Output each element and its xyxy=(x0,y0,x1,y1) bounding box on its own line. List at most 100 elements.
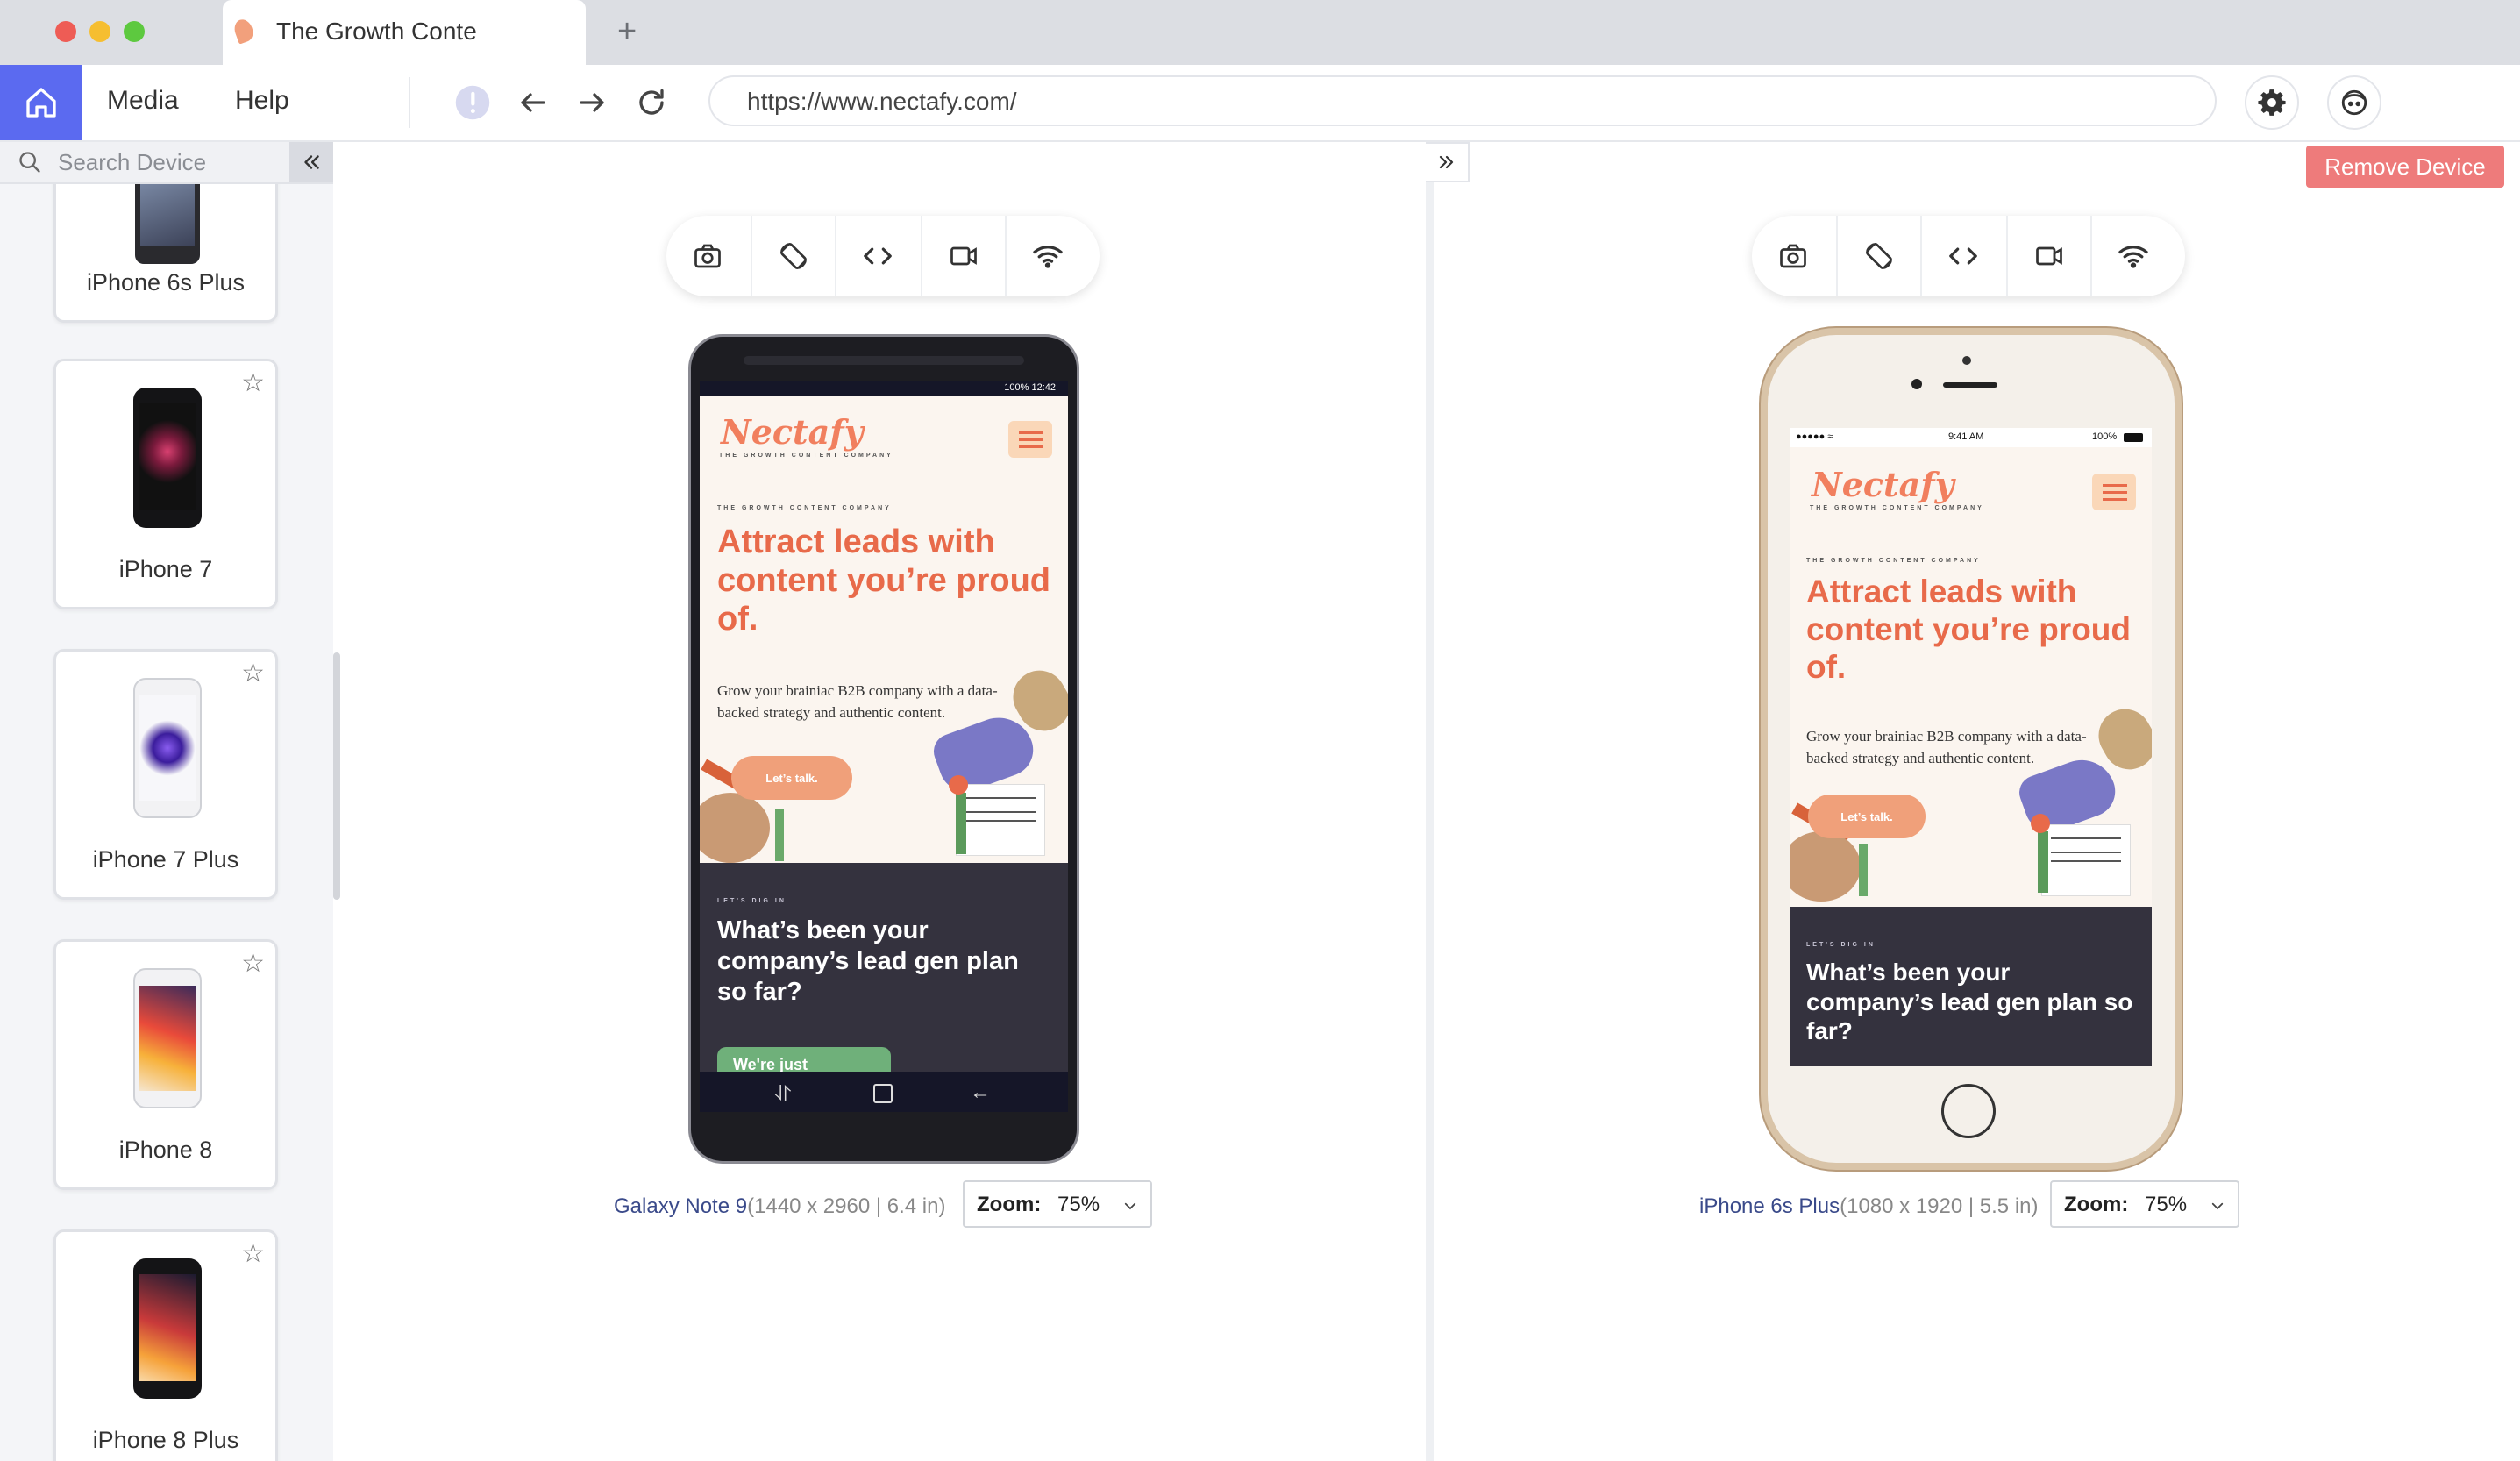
iphone-6s-plus-thumbnail xyxy=(135,180,200,264)
camera-icon xyxy=(694,244,721,268)
new-tab-button[interactable]: + xyxy=(617,12,637,51)
iphone-6s-plus-frame: ●●●●● ≈ 9:41 AM 100% Nectafy THE GROWTH … xyxy=(1768,335,2175,1163)
menu-media[interactable]: Media xyxy=(107,86,179,116)
device-spec: (1440 x 2960 | 6.4 in) xyxy=(747,1194,946,1218)
battery-icon xyxy=(2124,433,2143,442)
device-spec: (1080 x 1920 | 5.5 in) xyxy=(1840,1194,2039,1218)
home-button-icon[interactable] xyxy=(1941,1084,1996,1138)
device-name: Galaxy Note 9 xyxy=(614,1194,748,1218)
screenshot-button[interactable] xyxy=(666,216,749,296)
expand-panel-button[interactable] xyxy=(1426,142,1470,182)
devtools-button[interactable] xyxy=(1922,216,2004,296)
avatar-face-icon xyxy=(2341,89,2367,116)
screenshot-button[interactable] xyxy=(1752,216,1834,296)
site-logo: Nectafy xyxy=(721,412,864,452)
home-icon xyxy=(26,88,56,118)
camera-icon xyxy=(1780,244,1806,268)
record-button[interactable] xyxy=(2008,216,2090,296)
hero-headline: Attract leads with content you’re proud … xyxy=(717,524,1050,638)
favorite-star-icon[interactable]: ☆ xyxy=(241,660,265,687)
zoom-select-left[interactable]: Zoom: 75% xyxy=(963,1180,1152,1228)
devtools-button[interactable] xyxy=(836,216,919,296)
network-throttle-button[interactable] xyxy=(2092,216,2175,296)
device-name: iPhone 6s Plus xyxy=(1699,1194,1840,1218)
document-illustration-icon xyxy=(956,784,1045,856)
favorite-star-icon[interactable]: ☆ xyxy=(241,951,265,977)
favorite-star-icon[interactable]: ☆ xyxy=(241,370,265,396)
device-search-bar xyxy=(0,142,333,184)
flower-icon xyxy=(2031,814,2050,833)
device-card-iphone-8[interactable]: ☆ iPhone 8 xyxy=(53,939,278,1190)
reload-button[interactable] xyxy=(630,81,673,125)
section-eyebrow: LET'S DIG IN xyxy=(717,898,787,904)
zoom-select-right[interactable]: Zoom: 75% xyxy=(2050,1180,2239,1228)
collapse-sidebar-button[interactable] xyxy=(289,142,333,182)
status-battery: 100% xyxy=(2092,431,2118,442)
section-eyebrow: LET'S DIG IN xyxy=(1806,942,1876,948)
hero-eyebrow: THE GROWTH CONTENT COMPANY xyxy=(717,505,892,511)
remove-device-button[interactable]: Remove Device xyxy=(2306,146,2504,188)
rotate-button[interactable] xyxy=(1838,216,1920,296)
back-nav-icon[interactable]: ← xyxy=(970,1080,991,1105)
iphone-8-plus-thumbnail xyxy=(133,1258,202,1399)
video-camera-icon xyxy=(2036,246,2062,266)
home-nav-icon[interactable] xyxy=(873,1084,893,1103)
chevron-down-icon xyxy=(1124,1202,1136,1210)
sidebar-scrollbar[interactable] xyxy=(333,652,340,900)
user-profile-button[interactable] xyxy=(2327,75,2381,130)
minimize-window-button[interactable] xyxy=(89,21,110,42)
double-chevron-right-icon xyxy=(1439,155,1454,169)
address-bar[interactable]: https://www.nectafy.com/ xyxy=(708,75,2217,126)
device-toolbar-left xyxy=(666,216,1100,296)
site-logo-tagline: THE GROWTH CONTENT COMPANY xyxy=(1810,505,1984,511)
maximize-window-button[interactable] xyxy=(124,21,145,42)
device-card-iphone-8-plus[interactable]: ☆ iPhone 8 Plus xyxy=(53,1229,278,1461)
code-icon xyxy=(1949,247,1977,265)
rotate-button[interactable] xyxy=(752,216,835,296)
menu-help[interactable]: Help xyxy=(235,86,289,116)
favorite-star-icon[interactable]: ☆ xyxy=(241,1241,265,1267)
device-screen-right[interactable]: ●●●●● ≈ 9:41 AM 100% Nectafy THE GROWTH … xyxy=(1790,428,2152,1066)
wifi-icon xyxy=(2118,246,2148,268)
device-sidebar: iPhone 6s Plus ☆ iPhone 7 ☆ iPhone 7 Plu… xyxy=(0,142,333,1461)
forward-button[interactable] xyxy=(570,81,614,125)
record-button[interactable] xyxy=(922,216,1005,296)
device-card-iphone-7[interactable]: ☆ iPhone 7 xyxy=(53,359,278,609)
plant-icon xyxy=(775,809,784,861)
signal-icon: ●●●●● ≈ xyxy=(1796,431,1833,442)
close-window-button[interactable] xyxy=(55,21,76,42)
flower-icon xyxy=(949,775,968,795)
zoom-label: Zoom: xyxy=(2064,1193,2129,1216)
arrow-right-icon xyxy=(580,93,604,112)
network-throttle-button[interactable] xyxy=(1007,216,1089,296)
site-info-button[interactable] xyxy=(451,81,495,125)
site-logo: Nectafy xyxy=(1812,465,1954,504)
hero-headline: Attract leads with content you’re proud … xyxy=(1806,574,2131,685)
lets-talk-button[interactable]: Let’s talk. xyxy=(1808,795,1926,838)
device-card-label: iPhone 8 Plus xyxy=(92,1427,239,1453)
section-title: What’s been your company’s lead gen plan… xyxy=(1806,959,2133,1045)
chevron-down-icon xyxy=(2211,1202,2224,1210)
device-card-label: iPhone 8 xyxy=(118,1137,213,1163)
hamburger-menu-icon[interactable] xyxy=(1008,421,1052,458)
zoom-label: Zoom: xyxy=(977,1193,1042,1216)
device-card-iphone-7-plus[interactable]: ☆ iPhone 7 Plus xyxy=(53,649,278,900)
url-text: https://www.nectafy.com/ xyxy=(747,88,1017,115)
recent-apps-icon[interactable]: ⥯ xyxy=(775,1082,791,1107)
home-button[interactable] xyxy=(0,65,82,140)
settings-button[interactable] xyxy=(2245,75,2299,130)
device-search-input[interactable] xyxy=(58,146,277,179)
hamburger-menu-icon[interactable] xyxy=(2092,474,2136,510)
wifi-icon xyxy=(1033,246,1063,268)
info-alert-icon xyxy=(455,85,490,120)
toolbar-divider xyxy=(409,77,410,128)
rotate-device-icon xyxy=(1866,243,1892,269)
arrow-left-icon xyxy=(521,93,545,112)
device-screen-left[interactable]: 100% 12:42 Nectafy THE GROWTH CONTENT CO… xyxy=(700,381,1068,1112)
reload-icon xyxy=(639,89,664,115)
device-card-label: iPhone 7 Plus xyxy=(92,846,239,873)
galaxy-note-9-frame: 100% 12:42 Nectafy THE GROWTH CONTENT CO… xyxy=(691,337,1077,1161)
status-bar-text: 100% 12:42 xyxy=(1004,382,1056,393)
back-button[interactable] xyxy=(511,81,555,125)
lets-talk-button[interactable]: Let’s talk. xyxy=(731,756,852,800)
